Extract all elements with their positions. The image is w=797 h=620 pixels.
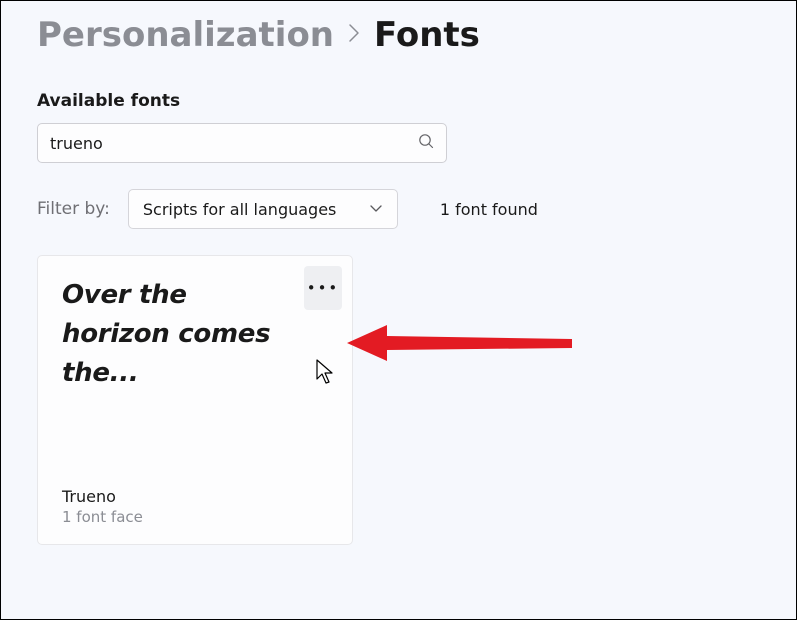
ellipsis-icon: ••• xyxy=(307,281,340,296)
breadcrumb-parent[interactable]: Personalization xyxy=(37,15,334,55)
font-card[interactable]: ••• Over the horizon comes the... Trueno… xyxy=(37,255,353,545)
chevron-right-icon xyxy=(348,23,360,47)
breadcrumb-current: Fonts xyxy=(374,15,480,55)
card-footer: Trueno 1 font face xyxy=(62,487,332,526)
filter-dropdown[interactable]: Scripts for all languages xyxy=(128,189,398,229)
search-input[interactable] xyxy=(50,134,418,153)
chevron-down-icon xyxy=(369,200,383,219)
search-icon xyxy=(418,133,434,153)
font-faces: 1 font face xyxy=(62,508,332,526)
result-count: 1 font found xyxy=(440,200,538,219)
more-options-button[interactable]: ••• xyxy=(304,266,342,310)
section-title: Available fonts xyxy=(37,91,760,111)
filter-row: Filter by: Scripts for all languages 1 f… xyxy=(37,189,760,229)
breadcrumb: Personalization Fonts xyxy=(37,15,760,55)
font-preview-text: Over the horizon comes the... xyxy=(62,276,332,393)
search-box[interactable] xyxy=(37,123,447,163)
filter-selected: Scripts for all languages xyxy=(143,200,337,219)
font-name: Trueno xyxy=(62,487,332,506)
filter-label: Filter by: xyxy=(37,199,110,219)
